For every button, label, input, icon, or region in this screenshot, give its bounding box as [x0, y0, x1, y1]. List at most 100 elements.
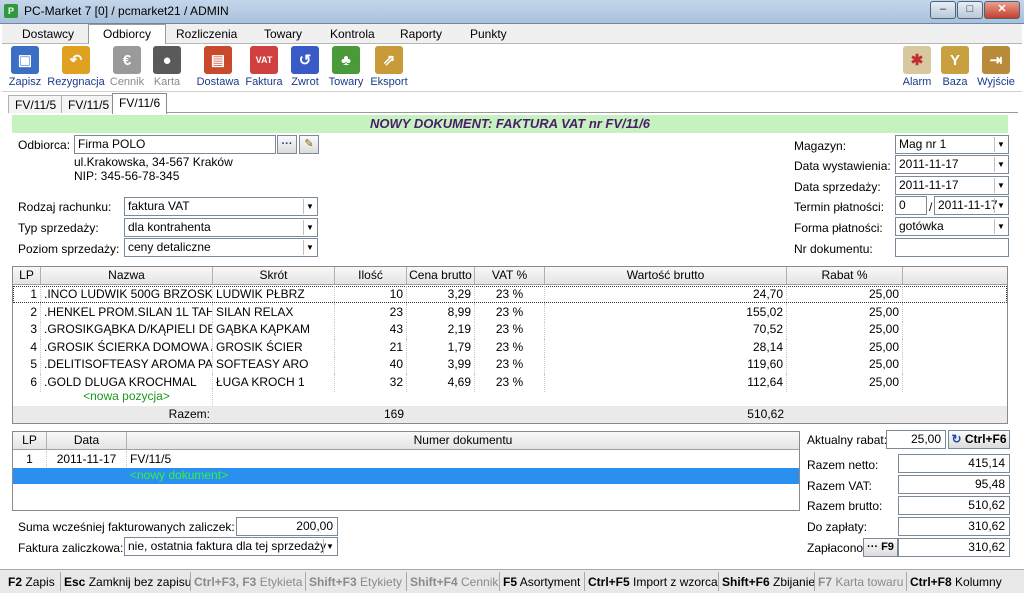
suma-field[interactable]: 200,00 [236, 517, 338, 536]
cell-cena[interactable]: 2,19 [407, 321, 475, 339]
col-vat[interactable]: VAT % [475, 267, 545, 285]
cell-skrot[interactable]: GROSIK ŚCIER [213, 338, 335, 357]
cell-ilosc[interactable]: 43 [335, 321, 407, 339]
shortcut-8[interactable]: F7 Karta towaru [818, 575, 903, 589]
data-sprz-select[interactable]: 2011-11-17 ▼ [895, 176, 1009, 195]
alarm-button[interactable]: ✱ Alarm [900, 46, 934, 88]
shortcut-2[interactable]: Ctrl+F3, F3 Etykieta [194, 575, 302, 589]
wyjscie-button[interactable]: ⇥ Wyjście [976, 46, 1016, 88]
odbiorca-browse-button[interactable]: ··· [277, 135, 297, 154]
cell-ilosc[interactable]: 21 [335, 338, 407, 357]
cell-cena[interactable]: 4,69 [407, 373, 475, 392]
table-row[interactable]: 5 .DELITISOFTEASY AROMA PAP SOFTEASY ARO 40… [13, 356, 1007, 374]
table-row[interactable]: 2 .HENKEL PROM.SILAN 1L TAHIT SILAN RELAX 2… [13, 303, 1007, 322]
col-cena[interactable]: Cena brutto [407, 267, 475, 285]
nr-dokumentu-field[interactable] [895, 238, 1009, 257]
new-position-row[interactable]: <nowa pozycja> [41, 388, 213, 406]
maximize-button[interactable]: □ [957, 1, 983, 19]
cell-wartosc[interactable]: 112,64 [545, 373, 787, 392]
karta-button[interactable]: ● Karta [150, 46, 184, 88]
zaplacono-button[interactable]: ··· F9 [863, 538, 898, 557]
baza-button[interactable]: Y Baza [940, 46, 970, 88]
shortcut-4[interactable]: Shift+F4 Cennik [410, 575, 498, 589]
rabat-field[interactable]: 25,00 [886, 430, 946, 449]
menu-punkty[interactable]: Punkty [470, 27, 507, 41]
menu-raporty[interactable]: Raporty [400, 27, 442, 41]
cell-vat[interactable]: 23 % [475, 303, 545, 322]
cell-skrot[interactable]: LUDWIK PŁBRZ [213, 286, 335, 304]
cell-rabat[interactable]: 25,00 [787, 338, 903, 357]
cell-vat[interactable]: 23 % [475, 321, 545, 339]
table-row[interactable]: 1 .INCO LUDWIK 500G BRZOSKW LUDWIK PŁBRZ 10… [13, 286, 1007, 304]
cell-cena[interactable]: 1,79 [407, 338, 475, 357]
adv-col-numer[interactable]: Numer dokumentu [127, 432, 799, 450]
shortcut-0[interactable]: F2 Zapis [8, 575, 55, 589]
shortcut-7[interactable]: Shift+F6 Zbijanie [722, 575, 815, 589]
cell-nazwa[interactable]: .GROSIKGĄBKA D/KĄPIELI DEL [41, 321, 213, 339]
cell-skrot[interactable]: GĄBKA KĄPKAM [213, 321, 335, 339]
dostawa-button[interactable]: ▤ Dostawa [196, 46, 240, 88]
forma-select[interactable]: gotówka ▼ [895, 217, 1009, 236]
menu-dostawcy[interactable]: Dostawcy [22, 27, 74, 41]
col-wartosc[interactable]: Wartość brutto [545, 267, 787, 285]
cell-skrot[interactable]: SOFTEASY ARO [213, 356, 335, 374]
shortcut-1[interactable]: Esc Zamknij bez zapisu [64, 575, 191, 589]
magazyn-select[interactable]: Mag nr 1 ▼ [895, 135, 1009, 154]
cell-nazwa[interactable]: .INCO LUDWIK 500G BRZOSKW [41, 286, 213, 304]
shortcut-6[interactable]: Ctrl+F5 Import z wzorca [588, 575, 718, 589]
rezygnacja-button[interactable]: ↶ Rezygnacja [46, 46, 106, 88]
cell-vat[interactable]: 23 % [475, 356, 545, 374]
cell-nazwa[interactable]: .GROSIK ŚCIERKA DOMOWA A: [41, 338, 213, 357]
table-row[interactable]: 3 .GROSIKGĄBKA D/KĄPIELI DEL GĄBKA KĄPKAM 4… [13, 321, 1007, 339]
cell-rabat[interactable]: 25,00 [787, 356, 903, 374]
odbiorca-field[interactable]: Firma POLO [74, 135, 276, 154]
cell-wartosc[interactable]: 155,02 [545, 303, 787, 322]
adv-col-lp[interactable]: LP [13, 432, 47, 450]
cell-lp[interactable]: 6 [13, 373, 41, 392]
data-wyst-select[interactable]: 2011-11-17 ▼ [895, 155, 1009, 174]
zwrot-button[interactable]: ↺ Zwrot [288, 46, 322, 88]
cell-cena[interactable]: 8,99 [407, 303, 475, 322]
shortcut-5[interactable]: F5 Asortyment [503, 575, 580, 589]
cell-wartosc[interactable]: 24,70 [545, 286, 787, 304]
col-ilosc[interactable]: Ilość [335, 267, 407, 285]
cell-wartosc[interactable]: 70,52 [545, 321, 787, 339]
menu-rozliczenia[interactable]: Rozliczenia [176, 27, 237, 41]
towary-button[interactable]: ♣ Towary [326, 46, 366, 88]
cell-rabat[interactable]: 25,00 [787, 321, 903, 339]
col-nazwa[interactable]: Nazwa [41, 267, 213, 285]
table-row[interactable]: 4 .GROSIK ŚCIERKA DOMOWA A: GROSIK ŚCIER 21… [13, 338, 1007, 357]
poziom-select[interactable]: ceny detaliczne ▼ [124, 238, 318, 257]
cell-vat[interactable]: 23 % [475, 338, 545, 357]
cell-vat[interactable]: 23 % [475, 286, 545, 304]
cell-cena[interactable]: 3,29 [407, 286, 475, 304]
cell-lp[interactable]: 3 [13, 321, 41, 339]
cell-rabat[interactable]: 25,00 [787, 373, 903, 392]
cell-vat[interactable]: 23 % [475, 373, 545, 392]
cell-lp[interactable]: 4 [13, 338, 41, 357]
zapisz-button[interactable]: ▣ Zapisz [8, 46, 42, 88]
minimize-button[interactable]: – [930, 1, 956, 19]
cell-skrot[interactable]: ŁUGA KROCH 1 [213, 373, 335, 392]
doc-tab-3[interactable]: FV/11/6 [112, 93, 168, 114]
termin-date-select[interactable]: 2011-11-17 ▼ [934, 196, 1009, 215]
adv-row-data[interactable]: 2011-11-17 [47, 451, 127, 469]
cell-wartosc[interactable]: 119,60 [545, 356, 787, 374]
rodzaj-select[interactable]: faktura VAT ▼ [124, 197, 318, 216]
col-lp[interactable]: LP [13, 267, 41, 285]
menu-towary[interactable]: Towary [264, 27, 302, 41]
rabat-apply-button[interactable]: ↻ Ctrl+F6 [948, 430, 1010, 449]
faktura-zal-select[interactable]: nie, ostatnia faktura dla tej sprzedaży ▼ [124, 537, 338, 556]
doc-tab-2[interactable]: FV/11/5 [61, 95, 117, 113]
cell-rabat[interactable]: 25,00 [787, 286, 903, 304]
faktura-button[interactable]: VAT Faktura [244, 46, 284, 88]
cell-rabat[interactable]: 25,00 [787, 303, 903, 322]
cell-lp[interactable]: 2 [13, 303, 41, 322]
doc-tab-1[interactable]: FV/11/5 [8, 95, 64, 113]
cell-ilosc[interactable]: 23 [335, 303, 407, 322]
close-window-button[interactable]: ✕ [984, 1, 1020, 19]
adv-col-data[interactable]: Data [47, 432, 127, 450]
menu-odbiorcy[interactable]: Odbiorcy [88, 24, 167, 44]
shortcut-9[interactable]: Ctrl+F8 Kolumny [910, 575, 1002, 589]
cennik-button[interactable]: € Cennik [108, 46, 146, 88]
